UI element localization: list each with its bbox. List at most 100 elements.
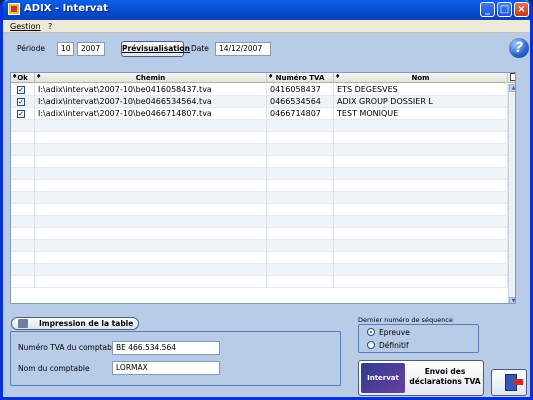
empty-cell [334, 144, 508, 156]
menu-help[interactable]: ? [48, 22, 52, 31]
empty-cell [334, 276, 508, 288]
client-area: Période 10 2007 Prévisualisation Date 14… [3, 33, 530, 397]
date-input[interactable]: 14/12/2007 [215, 42, 271, 56]
close-button[interactable]: × [514, 2, 529, 17]
empty-cell [11, 180, 35, 192]
empty-table-row[interactable] [11, 216, 508, 228]
empty-cell [11, 132, 35, 144]
empty-cell [267, 264, 334, 276]
col-header-ok[interactable]: ♦ Ok [11, 73, 35, 83]
empty-cell [11, 156, 35, 168]
empty-table-row[interactable] [11, 156, 508, 168]
empty-cell [35, 156, 267, 168]
empty-table-row[interactable] [11, 228, 508, 240]
empty-table-row[interactable] [11, 192, 508, 204]
empty-cell [11, 228, 35, 240]
send-declarations-button[interactable]: Intervat Envoi des déclarations TVA [358, 360, 484, 396]
table-row[interactable]: ✓ I:\adix\intervat\2007-10\be0466714807.t… [11, 108, 508, 120]
empty-cell [267, 168, 334, 180]
radio-definitif[interactable] [367, 341, 375, 349]
empty-table-row[interactable] [11, 204, 508, 216]
periode-year-input[interactable]: 2007 [77, 42, 105, 56]
vertical-scrollbar[interactable]: ▲ ▼ [508, 84, 515, 303]
ok-cell: ✓ [11, 108, 35, 120]
empty-cell [334, 216, 508, 228]
tva-cell: 0466714807 [267, 108, 334, 120]
empty-cell [334, 120, 508, 132]
row-checkbox[interactable]: ✓ [17, 86, 25, 94]
radio-epreuve[interactable] [367, 328, 375, 336]
col-header-tva[interactable]: ♦ Numéro TVA [267, 73, 334, 83]
empty-cell [11, 168, 35, 180]
empty-cell [35, 228, 267, 240]
scroll-down-icon[interactable]: ▼ [509, 297, 515, 303]
empty-cell [267, 180, 334, 192]
help-icon[interactable]: ? [509, 38, 529, 58]
empty-table-row[interactable] [11, 180, 508, 192]
empty-cell [35, 120, 267, 132]
empty-cell [334, 180, 508, 192]
empty-table-row[interactable] [11, 132, 508, 144]
empty-table-row[interactable] [11, 240, 508, 252]
exit-arrow-icon [513, 379, 523, 385]
empty-cell [267, 144, 334, 156]
empty-cell [267, 252, 334, 264]
send-declarations-label: Envoi des déclarations TVA [409, 367, 481, 386]
table-row[interactable]: ✓ I:\adix\intervat\2007-10\be0416058437.t… [11, 84, 508, 96]
sequence-group: Epreuve Définitif [358, 324, 479, 353]
minimize-button[interactable]: _ [480, 2, 495, 17]
empty-cell [334, 168, 508, 180]
empty-cell [35, 252, 267, 264]
empty-cell [267, 132, 334, 144]
empty-cell [35, 276, 267, 288]
accountant-group: Numéro TVA du comptable BE 466.534.564 N… [10, 331, 341, 386]
empty-table-row[interactable] [11, 276, 508, 288]
empty-cell [35, 168, 267, 180]
empty-cell [11, 204, 35, 216]
empty-cell [267, 240, 334, 252]
row-checkbox[interactable]: ✓ [17, 98, 25, 106]
empty-cell [11, 264, 35, 276]
tva-cell: 0466534564 [267, 96, 334, 108]
intervat-logo: Intervat [361, 363, 405, 393]
accountant-name-input[interactable]: LORMAX [112, 361, 220, 375]
print-table-button[interactable]: Impression de la table [11, 317, 139, 330]
empty-table-row[interactable] [11, 264, 508, 276]
scroll-up-icon[interactable]: ▲ [509, 84, 515, 92]
chemin-cell: I:\adix\intervat\2007-10\be0416058437.tv… [35, 84, 267, 96]
empty-table-row[interactable] [11, 168, 508, 180]
exit-button[interactable] [491, 369, 527, 396]
empty-cell [267, 276, 334, 288]
accountant-tva-label: Numéro TVA du comptable [18, 343, 119, 352]
table-row[interactable]: ✓ I:\adix\intervat\2007-10\be0466534564.t… [11, 96, 508, 108]
empty-cell [334, 204, 508, 216]
periode-month-input[interactable]: 10 [57, 42, 74, 56]
empty-cell [35, 264, 267, 276]
column-chooser-icon[interactable] [510, 73, 515, 81]
title-bar[interactable]: ADIX - Intervat _ □ × [3, 0, 530, 20]
empty-cell [11, 252, 35, 264]
maximize-button[interactable]: □ [497, 2, 512, 17]
empty-cell [11, 144, 35, 156]
menu-gestion[interactable]: Gestion [10, 22, 41, 31]
empty-cell [11, 216, 35, 228]
empty-table-row[interactable] [11, 252, 508, 264]
chemin-cell: I:\adix\intervat\2007-10\be0466534564.tv… [35, 96, 267, 108]
empty-cell [267, 228, 334, 240]
empty-cell [334, 132, 508, 144]
printer-icon [18, 319, 28, 328]
empty-cell [35, 180, 267, 192]
tva-cell: 0416058437 [267, 84, 334, 96]
accountant-tva-input[interactable]: BE 466.534.564 [112, 341, 220, 355]
preview-button[interactable]: Prévisualisation [121, 41, 190, 57]
ok-cell: ✓ [11, 96, 35, 108]
empty-cell [35, 132, 267, 144]
row-checkbox[interactable]: ✓ [17, 110, 25, 118]
col-header-chemin[interactable]: ♦ Chemin [35, 73, 267, 83]
table-rows: ✓ I:\adix\intervat\2007-10\be0416058437.t… [11, 84, 508, 288]
chemin-cell: I:\adix\intervat\2007-10\be0466714807.tv… [35, 108, 267, 120]
empty-cell [334, 228, 508, 240]
col-header-nom[interactable]: ♦ Nom [334, 73, 508, 83]
empty-table-row[interactable] [11, 144, 508, 156]
empty-table-row[interactable] [11, 120, 508, 132]
